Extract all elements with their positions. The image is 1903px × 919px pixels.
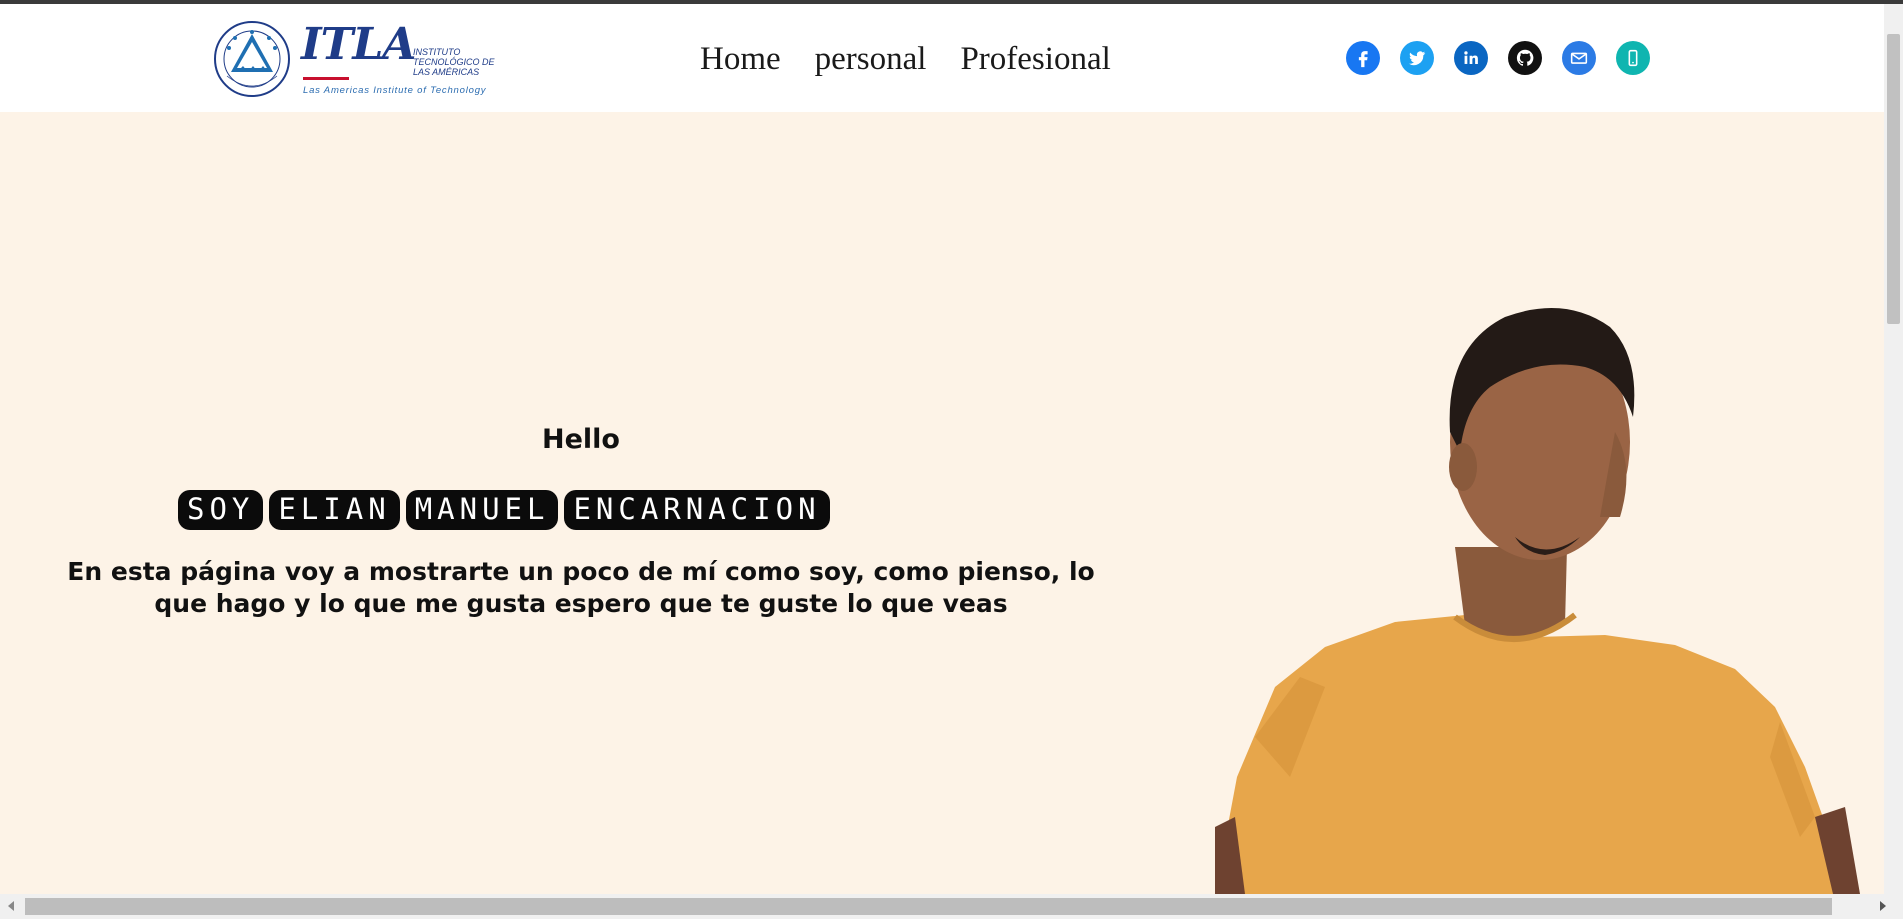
site-header: ITLA INSTITUTO TECNOLÓGICO DE LAS AMÉRIC… xyxy=(0,4,1903,112)
name-word: Encarnacion xyxy=(564,490,830,530)
phone-icon[interactable] xyxy=(1616,41,1650,75)
social-links xyxy=(1346,40,1650,76)
itla-wordmark: ITLA INSTITUTO TECNOLÓGICO DE LAS AMÉRIC… xyxy=(301,19,496,99)
nav-personal[interactable]: personal xyxy=(815,41,927,78)
parlacen-seal-icon xyxy=(214,21,290,97)
name-banner: soy Elian manuel Encarnacion xyxy=(178,490,830,530)
brand-name: ITLA xyxy=(301,19,416,70)
vertical-scroll-thumb[interactable] xyxy=(1887,34,1900,324)
facebook-icon[interactable] xyxy=(1346,41,1380,75)
scroll-right-arrow-icon[interactable] xyxy=(1880,901,1886,911)
hero-section: Hello soy Elian manuel Encarnacion En es… xyxy=(0,112,1903,894)
brand-tagline: Las Americas Institute of Technology xyxy=(303,85,487,96)
nav-profesional[interactable]: Profesional xyxy=(960,41,1110,78)
brand-fullname: INSTITUTO TECNOLÓGICO DE LAS AMÉRICAS xyxy=(413,47,495,77)
greeting: Hello xyxy=(542,424,620,455)
profile-photo xyxy=(1215,308,1860,894)
mail-icon[interactable] xyxy=(1562,41,1596,75)
github-icon[interactable] xyxy=(1508,41,1542,75)
name-word: manuel xyxy=(405,490,559,530)
horizontal-scroll-thumb[interactable] xyxy=(25,898,1832,915)
main-nav: Home personal Profesional xyxy=(700,34,1111,84)
name-word: Elian xyxy=(269,490,400,530)
brand-accent-line xyxy=(303,77,349,80)
itla-logo[interactable]: ITLA INSTITUTO TECNOLÓGICO DE LAS AMÉRIC… xyxy=(213,18,498,100)
horizontal-scrollbar[interactable] xyxy=(0,894,1903,919)
vertical-scrollbar[interactable] xyxy=(1884,4,1903,894)
twitter-icon[interactable] xyxy=(1400,41,1434,75)
nav-home[interactable]: Home xyxy=(700,41,781,78)
linkedin-icon[interactable] xyxy=(1454,41,1488,75)
intro-text: En esta página voy a mostrarte un poco d… xyxy=(67,557,1095,618)
scroll-left-arrow-icon[interactable] xyxy=(8,901,14,911)
name-word: soy xyxy=(178,490,264,530)
